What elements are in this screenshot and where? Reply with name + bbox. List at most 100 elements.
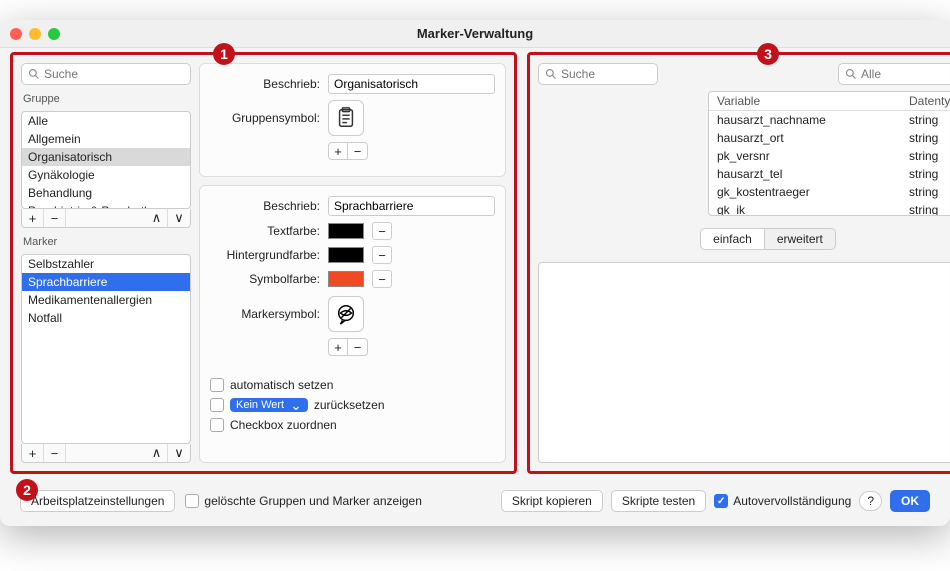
variable-table: Variable Datentyp hausarzt_nachnamestrin… xyxy=(708,91,950,216)
ok-button[interactable]: OK xyxy=(890,490,930,512)
window-title: Marker-Verwaltung xyxy=(0,26,950,41)
table-row[interactable]: hausarzt_ortstring xyxy=(709,129,950,147)
titlebar: Marker-Verwaltung xyxy=(0,20,950,48)
annotation-badge-3: 3 xyxy=(757,43,779,65)
remove-button[interactable]: − xyxy=(44,444,66,462)
list-item[interactable]: Selbstzahler xyxy=(22,255,190,273)
add-button[interactable]: + xyxy=(22,444,44,462)
window: Marker-Verwaltung 1 Gruppe Alle Allgemei… xyxy=(0,20,950,526)
clipboard-list-icon xyxy=(335,107,357,129)
add-symbol-button[interactable]: + xyxy=(328,142,348,160)
group-properties: Beschrieb: Gruppensymbol: + − xyxy=(199,63,506,177)
label: Markersymbol: xyxy=(210,307,320,321)
symbol-color-swatch[interactable] xyxy=(328,271,364,287)
table-row[interactable]: hausarzt_telstring xyxy=(709,165,950,183)
reset-select[interactable]: Kein Wert xyxy=(230,398,308,412)
close-icon[interactable] xyxy=(10,28,22,40)
panel-markers: 1 Gruppe Alle Allgemein Organisatorisch … xyxy=(10,52,517,474)
remove-symbol-button[interactable]: − xyxy=(348,338,368,356)
add-symbol-button[interactable]: + xyxy=(328,338,348,356)
column-header[interactable]: Variable xyxy=(717,94,909,108)
marker-symbol-preview[interactable] xyxy=(328,296,364,332)
label: zurücksetzen xyxy=(314,398,385,412)
minimize-icon[interactable] xyxy=(29,28,41,40)
group-description-input[interactable] xyxy=(328,74,495,94)
filter-input[interactable] xyxy=(861,67,950,81)
panel-variables: 3 Variable Datentyp hausarzt_nachnamestr… xyxy=(527,52,950,474)
text-color-swatch[interactable] xyxy=(328,223,364,239)
footer: 2 Arbeitsplatzeinstellungen gelöschte Gr… xyxy=(0,484,950,526)
label: Textfarbe: xyxy=(210,224,320,238)
clear-button[interactable]: − xyxy=(372,270,392,288)
label: Beschrieb: xyxy=(210,77,320,91)
remove-symbol-button[interactable]: − xyxy=(348,142,368,160)
script-editor[interactable] xyxy=(538,262,950,463)
move-down-button[interactable]: ∨ xyxy=(168,209,190,227)
tab-simple[interactable]: einfach xyxy=(700,228,765,250)
list-item[interactable]: Alle xyxy=(22,112,190,130)
auto-set-checkbox[interactable] xyxy=(210,378,224,392)
annotation-badge-1: 1 xyxy=(213,43,235,65)
list-item[interactable]: Behandlung xyxy=(22,184,190,202)
group-list[interactable]: Alle Allgemein Organisatorisch Gynäkolog… xyxy=(21,111,191,209)
label: Hintergrundfarbe: xyxy=(210,248,320,262)
group-symbol-preview[interactable] xyxy=(328,100,364,136)
list-item[interactable]: Psychiatrie & Psychothera... xyxy=(22,202,190,209)
autocomplete-checkbox[interactable] xyxy=(714,494,728,508)
mode-segment: einfach erweitert xyxy=(538,228,950,250)
label: Gruppensymbol: xyxy=(210,111,320,125)
label: Autovervollständigung xyxy=(733,494,851,508)
label: Symbolfarbe: xyxy=(210,272,320,286)
table-row[interactable]: gk_ikstring xyxy=(709,201,950,215)
group-label: Gruppe xyxy=(21,89,191,107)
clear-button[interactable]: − xyxy=(372,246,392,264)
zoom-icon[interactable] xyxy=(48,28,60,40)
list-item[interactable]: Notfall xyxy=(22,309,190,327)
remove-button[interactable]: − xyxy=(44,209,66,227)
tab-advanced[interactable]: erweitert xyxy=(765,228,836,250)
list-item[interactable]: Medikamentenallergien xyxy=(22,291,190,309)
bg-color-swatch[interactable] xyxy=(328,247,364,263)
add-button[interactable]: + xyxy=(22,209,44,227)
list-item[interactable]: Sprachbarriere xyxy=(22,273,190,291)
annotation-badge-2: 2 xyxy=(16,479,38,501)
marker-properties: Beschrieb: Textfarbe: − Hintergrundfarbe… xyxy=(199,185,506,463)
marker-list[interactable]: Selbstzahler Sprachbarriere Medikamenten… xyxy=(21,254,191,444)
marker-description-input[interactable] xyxy=(328,196,495,216)
search-icon xyxy=(28,68,40,80)
window-controls xyxy=(10,28,60,40)
search-icon xyxy=(545,68,557,80)
reset-checkbox[interactable] xyxy=(210,398,224,412)
marker-list-controls: + − ∧ ∨ xyxy=(21,444,191,463)
filter-variables[interactable] xyxy=(838,63,950,85)
marker-label: Marker xyxy=(21,232,191,250)
table-row[interactable]: hausarzt_nachnamestring xyxy=(709,111,950,129)
list-item[interactable]: Organisatorisch xyxy=(22,148,190,166)
table-row[interactable]: pk_versnrstring xyxy=(709,147,950,165)
label: Checkbox zuordnen xyxy=(230,418,337,432)
label: automatisch setzen xyxy=(230,378,333,392)
eye-off-speech-icon xyxy=(335,303,357,325)
clear-button[interactable]: − xyxy=(372,222,392,240)
list-item[interactable]: Allgemein xyxy=(22,130,190,148)
search-icon xyxy=(845,68,857,80)
move-up-button[interactable]: ∧ xyxy=(146,444,168,462)
move-down-button[interactable]: ∨ xyxy=(168,444,190,462)
show-deleted-checkbox[interactable] xyxy=(185,494,199,508)
search-variables[interactable] xyxy=(538,63,658,85)
test-scripts-button[interactable]: Skripte testen xyxy=(611,490,706,512)
label: Beschrieb: xyxy=(210,199,320,213)
table-row[interactable]: gk_kostentraegerstring xyxy=(709,183,950,201)
search-input[interactable] xyxy=(561,67,651,81)
column-header[interactable]: Datentyp xyxy=(909,94,950,108)
list-item[interactable]: Gynäkologie xyxy=(22,166,190,184)
label: gelöschte Gruppen und Marker anzeigen xyxy=(204,494,421,508)
search-groups[interactable] xyxy=(21,63,191,85)
search-input[interactable] xyxy=(44,67,184,81)
workplace-settings-button[interactable]: Arbeitsplatzeinstellungen xyxy=(20,490,175,512)
help-button[interactable]: ? xyxy=(859,491,882,511)
copy-script-button[interactable]: Skript kopieren xyxy=(501,490,603,512)
move-up-button[interactable]: ∧ xyxy=(146,209,168,227)
group-list-controls: + − ∧ ∨ xyxy=(21,209,191,228)
assign-checkbox-checkbox[interactable] xyxy=(210,418,224,432)
